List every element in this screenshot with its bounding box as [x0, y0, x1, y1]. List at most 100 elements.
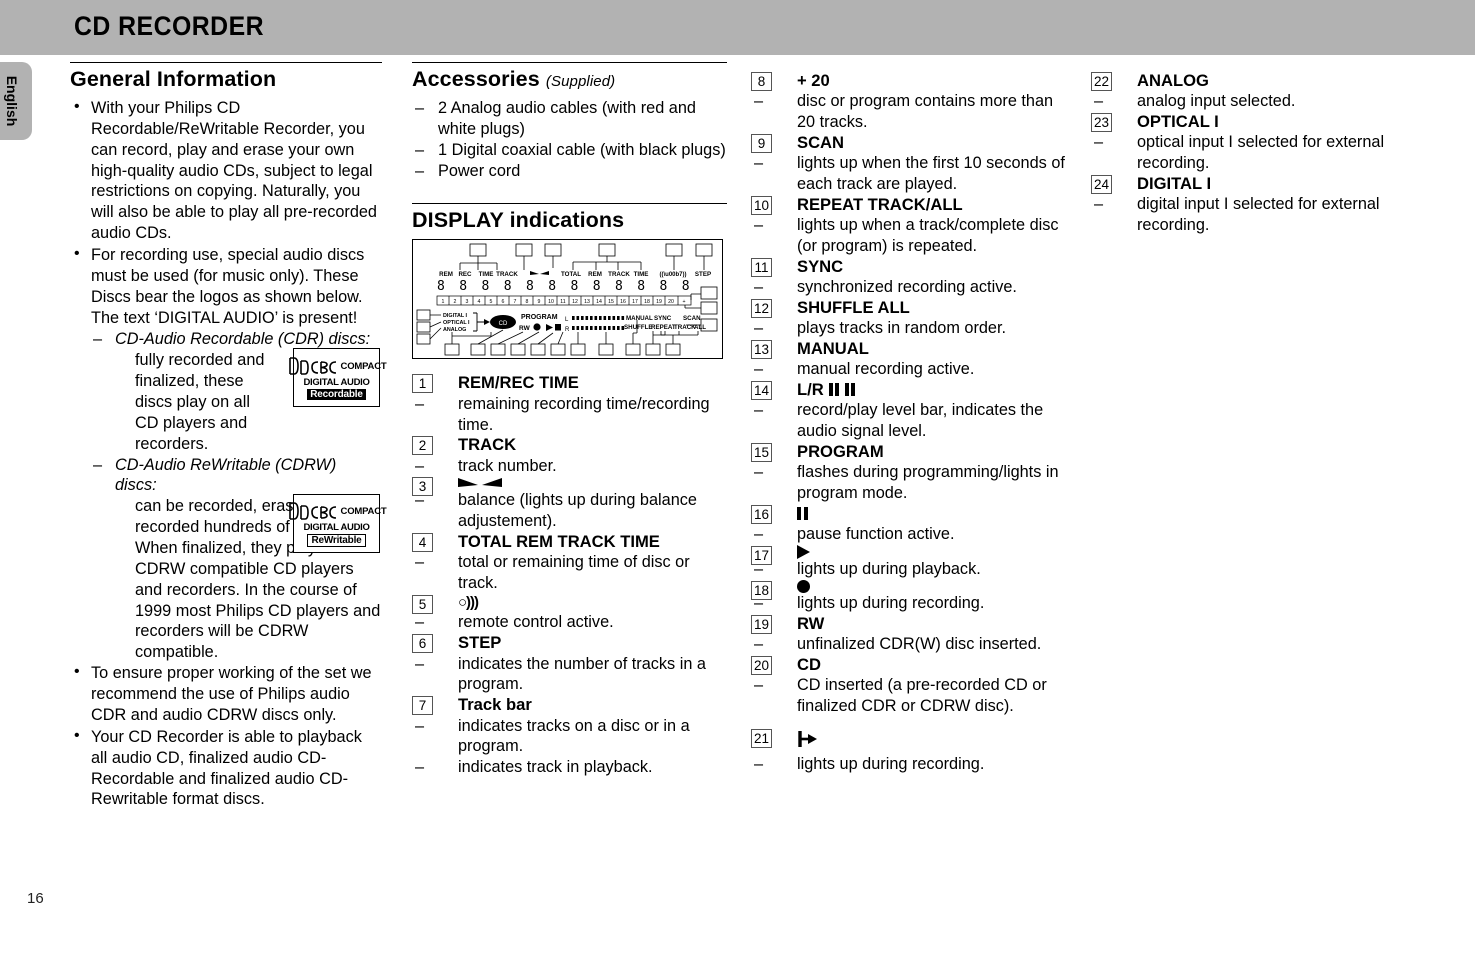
- indication-number: 13: [751, 340, 773, 360]
- column-indications-22-24: 22 ANALOG analog input selected. 23 OPTI…: [1091, 62, 1409, 236]
- indication-title: TRACK: [458, 435, 517, 455]
- indication-number: 14: [751, 381, 773, 401]
- indication-title: SYNC: [797, 256, 844, 276]
- indication-desc: indicates the number of tracks in a prog…: [412, 654, 727, 696]
- section-divider: [412, 62, 727, 63]
- figure-input-labels: DIGITAL I OPTICAL I ANALOG: [443, 313, 470, 333]
- indication-desc: remaining recording time/recording time.: [412, 394, 727, 436]
- indication-number: 11: [751, 257, 772, 277]
- list-item: 1 Digital coaxial cable (with black plug…: [412, 140, 727, 161]
- indication-number: 15: [751, 443, 773, 463]
- logo-compact-text: COMPACT: [340, 505, 387, 517]
- list-item: With your Philips CD Recordable/ReWritab…: [70, 97, 382, 244]
- pause-icon: [797, 504, 810, 524]
- indication-number: 1: [412, 374, 433, 394]
- page-number: 16: [27, 890, 44, 907]
- svg-text:4: 4: [478, 299, 481, 305]
- figure-record-dot-icon: [533, 323, 541, 332]
- indication-item: 22 ANALOG: [1091, 71, 1409, 91]
- indication-item: 12 SHUFFLE ALL: [751, 298, 1069, 318]
- indication-title: L/R: [797, 380, 824, 400]
- svg-text:6: 6: [502, 299, 505, 305]
- indication-number: 19: [751, 614, 773, 634]
- indication-desc: CD inserted (a pre-recorded CD or finali…: [751, 675, 1069, 717]
- indication-desc: indicates tracks on a disc or in a progr…: [412, 716, 727, 758]
- accessories-heading-suffix: (Supplied): [545, 73, 616, 90]
- svg-text:9: 9: [538, 299, 541, 305]
- indication-number: 20: [751, 655, 773, 675]
- svg-text:7: 7: [514, 299, 517, 305]
- sub-item-cdrw: CD-Audio ReWritable (CDRW) discs: can be…: [70, 455, 387, 664]
- figure-label-scan: SCAN: [683, 315, 701, 322]
- indication-item: 8 + 20: [751, 71, 1069, 91]
- figure-label-time: TIME: [479, 271, 494, 278]
- indication-desc: flashes during programming/lights in pro…: [751, 462, 1069, 504]
- svg-text:12: 12: [572, 299, 578, 305]
- figure-label-rec: REC: [458, 271, 472, 278]
- display-panel-figure: REM REC TIME TRACK TOTAL REM TRACK TIME …: [412, 239, 723, 360]
- svg-text:16: 16: [620, 299, 626, 305]
- accessories-heading: Accessories (Supplied): [412, 67, 727, 92]
- figure-level-bars: [572, 316, 625, 331]
- figure-balance-icon: [530, 271, 549, 276]
- svg-text:20: 20: [668, 299, 674, 305]
- svg-text:10: 10: [548, 299, 554, 305]
- play-icon: [797, 545, 810, 560]
- indication-title: SHUFFLE ALL: [797, 297, 910, 317]
- figure-label-total: TOTAL: [561, 271, 581, 278]
- figure-label-program: PROGRAM: [521, 314, 558, 321]
- logo-tagline: ReWritable: [307, 534, 366, 548]
- cd-recordable-logo: COMPACT DIGITAL AUDIO Recordable: [288, 348, 387, 408]
- figure-label-all: ALL: [694, 324, 706, 331]
- sub-item-title: CD-Audio ReWritable (CDRW) discs:: [91, 455, 382, 497]
- indication-title: CD: [797, 654, 821, 674]
- indication-item: 3: [412, 476, 727, 497]
- svg-text:8: 8: [526, 299, 529, 305]
- sub-item-cdr: CD-Audio Recordable (CDR) discs: fully r…: [70, 329, 387, 454]
- figure-label-remote: ((\u00b7)): [660, 272, 687, 278]
- svg-text:DIGITAL I: DIGITAL I: [443, 313, 468, 319]
- svg-text:15: 15: [608, 299, 614, 305]
- accessories-heading-text: Accessories: [412, 67, 540, 91]
- indication-item: 16: [751, 504, 1069, 525]
- figure-play-icon: [546, 324, 553, 332]
- indication-title: TOTAL REM TRACK TIME: [458, 532, 660, 552]
- indication-item: 17: [751, 545, 1069, 566]
- display-panel-diagram: REM REC TIME TRACK TOTAL REM TRACK TIME …: [416, 244, 718, 356]
- accessories-list: 2 Analog audio cables (with red and whit…: [412, 98, 727, 181]
- svg-text:5: 5: [490, 299, 493, 305]
- indication-item: 10 REPEAT TRACK/ALL: [751, 195, 1069, 215]
- figure-arrow-icon: [484, 319, 490, 326]
- indication-number: 2: [412, 436, 433, 456]
- indication-number: 10: [751, 195, 773, 215]
- indication-desc: digital input I selected for external re…: [1091, 194, 1409, 236]
- display-indications-heading: DISPLAY indications: [412, 208, 625, 233]
- indication-number: 7: [412, 696, 433, 716]
- indication-title: RW: [797, 613, 825, 633]
- indication-title: REM/REC TIME: [458, 373, 579, 393]
- svg-text:OPTICAL I: OPTICAL I: [443, 320, 470, 326]
- indication-desc: lights up during recording.: [751, 754, 1069, 775]
- indication-number: 16: [751, 505, 773, 525]
- indication-desc: record/play level bar, indicates the aud…: [751, 400, 1069, 442]
- figure-label-shuffle: SHUFFLE: [624, 324, 653, 331]
- general-bullet-list-tail: To ensure proper working of the set we r…: [70, 662, 382, 810]
- figure-label-rw: RW: [519, 325, 531, 332]
- indication-item: 21: [751, 728, 1069, 750]
- indication-title: OPTICAL I: [1137, 112, 1219, 132]
- figure-label-step: STEP: [695, 271, 711, 278]
- indication-item: 23 OPTICAL I: [1091, 112, 1409, 133]
- svg-text:11: 11: [560, 299, 565, 305]
- indication-item: 20 CD: [751, 655, 1069, 675]
- indication-item: 1 REM/REC TIME: [412, 373, 727, 394]
- svg-text:3: 3: [466, 299, 469, 305]
- page-title: CD RECORDER: [74, 11, 264, 41]
- indication-desc: balance (lights up during balance adjust…: [412, 490, 727, 532]
- indication-desc: unfinalized CDR(W) disc inserted.: [751, 634, 1069, 655]
- indication-desc: total or remaining time of disc or track…: [412, 552, 727, 594]
- sub-item-body: fully recorded and finalized, these disc…: [135, 351, 265, 453]
- indication-title: + 20: [797, 71, 830, 90]
- figure-label-rem: REM: [439, 271, 453, 278]
- indication-desc: lights up during playback.: [751, 559, 1069, 580]
- indication-desc: lights up during recording.: [751, 593, 1069, 614]
